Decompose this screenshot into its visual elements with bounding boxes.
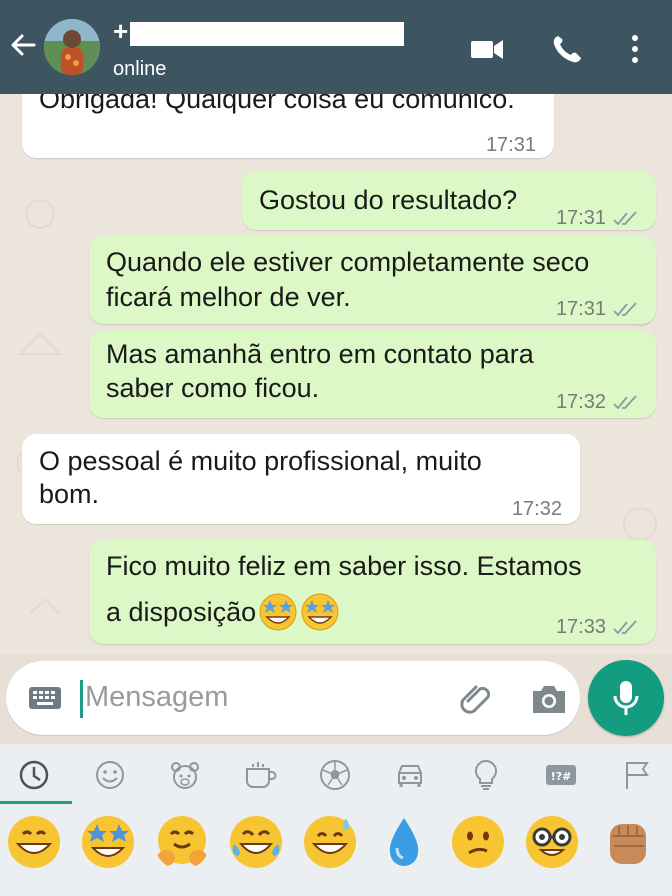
svg-text:!?#: !?# xyxy=(551,770,572,783)
phone-call-icon[interactable] xyxy=(550,34,584,64)
message-time: 17:33 xyxy=(555,616,606,638)
voice-record-button[interactable] xyxy=(588,660,664,736)
read-ticks-icon xyxy=(613,619,637,634)
message-outgoing[interactable]: Mas amanhã entro em contato para saber c… xyxy=(89,330,656,418)
symbols-icon[interactable]: !?# xyxy=(544,758,578,792)
contact-name-prefix: + xyxy=(113,16,129,46)
star-struck-emoji[interactable] xyxy=(80,814,136,870)
confused-face-emoji[interactable] xyxy=(450,814,506,870)
message-incoming[interactable]: O pessoal é muito profissional, muito bo… xyxy=(22,434,580,524)
chat-area[interactable]: Obrigada! Qualquer coisa eu comunico. 17… xyxy=(0,94,672,654)
chat-header: + online xyxy=(0,0,672,94)
message-text: bom. xyxy=(39,479,100,509)
keyboard-icon[interactable] xyxy=(28,686,62,710)
animal-icon[interactable] xyxy=(168,758,202,792)
message-input[interactable]: Mensagem xyxy=(85,681,228,714)
nerd-face-emoji[interactable] xyxy=(524,814,580,870)
emoji-keyboard: !?# xyxy=(0,744,672,896)
read-ticks-icon xyxy=(613,210,637,225)
message-incoming[interactable]: Obrigada! Qualquer coisa eu comunico. 17… xyxy=(22,94,554,158)
attachment-clip-icon[interactable] xyxy=(458,681,494,717)
grinning-sweat-emoji[interactable] xyxy=(302,814,358,870)
star-struck-emoji xyxy=(259,593,297,631)
back-arrow-icon[interactable] xyxy=(8,30,38,60)
message-time: 17:31 xyxy=(485,134,536,156)
message-time: 17:31 xyxy=(555,298,606,320)
message-text: ficará melhor de ver. xyxy=(106,282,351,312)
flag-icon[interactable] xyxy=(620,758,654,792)
droplet-emoji[interactable] xyxy=(376,814,432,870)
video-call-icon[interactable] xyxy=(470,34,504,64)
text-cursor xyxy=(80,680,83,718)
message-text: Fico muito feliz em saber isso. Estamos xyxy=(106,551,582,581)
recent-clock-icon[interactable] xyxy=(17,758,51,792)
grinning-face-emoji[interactable] xyxy=(6,814,62,870)
sports-ball-icon[interactable] xyxy=(318,758,352,792)
message-input-bar: Mensagem xyxy=(6,661,580,735)
avatar[interactable] xyxy=(44,19,100,75)
lightbulb-icon[interactable] xyxy=(469,758,503,792)
message-time: 17:32 xyxy=(511,498,562,520)
message-text: Obrigada! Qualquer coisa eu comunico. xyxy=(39,94,515,114)
microphone-icon xyxy=(613,681,639,715)
star-struck-emoji xyxy=(301,593,339,631)
message-outgoing[interactable]: Fico muito feliz em saber isso. Estamos … xyxy=(89,540,656,644)
car-icon[interactable] xyxy=(393,758,427,792)
smiley-icon[interactable] xyxy=(93,758,127,792)
emoji-category-bar: !?# xyxy=(0,744,672,806)
message-time: 17:32 xyxy=(555,391,606,413)
fist-emoji[interactable] xyxy=(600,814,656,870)
camera-icon[interactable] xyxy=(530,683,568,715)
message-time: 17:31 xyxy=(555,207,606,229)
message-text: Quando ele estiver completamente seco xyxy=(106,247,590,277)
hugging-face-emoji[interactable] xyxy=(154,814,210,870)
more-options-icon[interactable] xyxy=(624,34,646,64)
message-text: O pessoal é muito profissional, muito xyxy=(39,446,482,476)
contact-status: online xyxy=(113,58,167,80)
message-outgoing[interactable]: Gostou do resultado? 17:31 xyxy=(242,172,656,230)
message-text: Gostou do resultado? xyxy=(259,185,518,215)
food-cup-icon[interactable] xyxy=(243,758,277,792)
message-text: Mas amanhã entro em contato para xyxy=(106,339,534,369)
tears-of-joy-emoji[interactable] xyxy=(228,814,284,870)
message-text: a disposição xyxy=(106,596,257,627)
read-ticks-icon xyxy=(613,394,637,409)
selected-category-indicator xyxy=(0,801,72,804)
message-text: saber como ficou. xyxy=(106,373,320,403)
read-ticks-icon xyxy=(613,301,637,316)
message-outgoing[interactable]: Quando ele estiver completamente seco fi… xyxy=(89,236,656,324)
redacted-contact-name xyxy=(130,22,404,46)
